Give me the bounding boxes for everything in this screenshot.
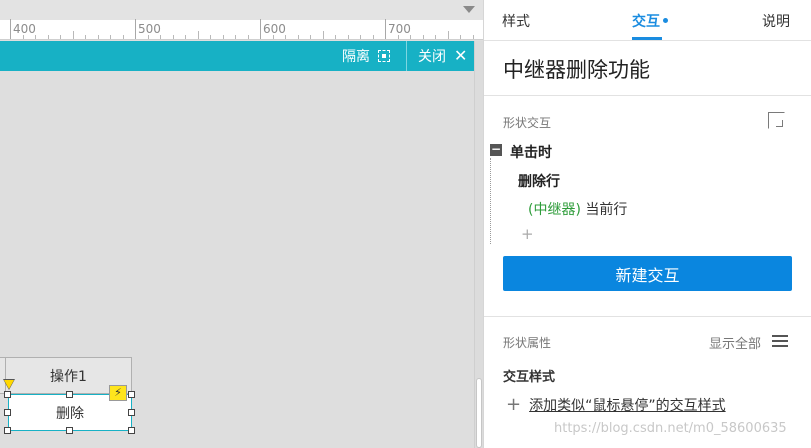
selection-handle[interactable] (128, 391, 135, 398)
horizontal-ruler: 400 500 600 700 (0, 19, 483, 40)
ruler-tick (297, 35, 299, 39)
header-cell-label: 操作1 (50, 368, 87, 385)
action-label[interactable]: 删除行 (518, 171, 560, 191)
lightning-icon[interactable]: ⚡ (109, 385, 127, 401)
ruler-tick (47, 35, 49, 39)
selection-handle[interactable] (4, 427, 11, 434)
active-dot-icon (663, 17, 668, 23)
vertical-scrollbar[interactable] (474, 41, 483, 448)
tree-connector (490, 158, 491, 244)
tab-style-label: 样式 (502, 14, 530, 30)
collapse-minus-icon[interactable]: − (490, 143, 502, 156)
bar-divider (406, 41, 407, 71)
selection-handle[interactable] (66, 427, 73, 434)
expand-icon[interactable] (768, 112, 785, 129)
ruler-tick (135, 19, 136, 39)
isolate-button[interactable]: 隔离 (342, 41, 390, 71)
close-button[interactable]: 关闭 ✕ (418, 41, 467, 71)
ruler-label: 700 (388, 22, 411, 36)
ruler-tick (110, 35, 111, 39)
widget-name-title[interactable]: 中继器删除功能 (503, 54, 650, 84)
ruler-tick (347, 35, 349, 39)
action-target[interactable]: (中继器) 当前行 (528, 199, 627, 219)
target-repeater: (中继器) (528, 202, 581, 218)
ruler-tick (385, 19, 386, 39)
ruler-tick (235, 35, 236, 39)
ruler-tick (322, 31, 324, 39)
divider (484, 316, 811, 317)
ruler-tick (210, 35, 211, 39)
ruler-tick (422, 35, 424, 39)
show-all-link[interactable]: 显示全部 (709, 333, 761, 352)
ruler-tick (60, 35, 61, 39)
inspector-tabs: 样式 交互 说明 (484, 0, 811, 41)
ruler-tick (472, 35, 474, 39)
design-canvas[interactable]: 400 500 600 700 隔离 关闭 ✕ 操作1 删除 ⚡ (0, 0, 483, 448)
plus-icon: + (506, 394, 522, 415)
tab-notes[interactable]: 说明 (762, 11, 790, 31)
tab-interactions-label: 交互 (632, 14, 660, 30)
add-style-label: 添加类似“鼠标悬停”的交互样式 (529, 398, 726, 414)
inspector-panel: 样式 交互 说明 中继器删除功能 形状交互 − 单击时 删除行 (中继器) 当前… (483, 0, 811, 448)
ruler-tick (310, 35, 311, 39)
selection-handle[interactable] (4, 409, 11, 416)
close-label: 关闭 (418, 49, 446, 65)
ruler-label: 600 (263, 22, 286, 36)
close-icon: ✕ (454, 46, 468, 65)
scrollbar-thumb[interactable] (476, 378, 482, 448)
ruler-tick (222, 35, 224, 39)
ruler-tick (260, 19, 261, 39)
menu-icon[interactable] (772, 335, 788, 347)
interaction-styles-heading: 交互样式 (503, 370, 556, 385)
ruler-tick (372, 35, 374, 39)
ruler-tick (460, 35, 461, 39)
ruler-tick (172, 35, 174, 39)
selection-handle[interactable] (128, 409, 135, 416)
ruler-top-strip (0, 0, 483, 20)
ruler-tick (97, 35, 99, 39)
divider (484, 95, 811, 96)
ruler-tick (447, 31, 449, 39)
isolate-label: 隔离 (342, 49, 370, 65)
selection-handle[interactable] (66, 391, 73, 398)
selection-handle[interactable] (4, 391, 11, 398)
tab-style[interactable]: 样式 (502, 11, 530, 31)
ruler-tick (197, 31, 199, 39)
event-label[interactable]: 单击时 (510, 142, 552, 162)
new-interaction-button[interactable]: 新建交互 (503, 256, 792, 291)
new-interaction-label: 新建交互 (615, 265, 680, 285)
ruler-label: 400 (13, 22, 36, 36)
repeater-edit-bar: 隔离 关闭 ✕ (0, 41, 477, 71)
properties-section-label: 形状属性 (503, 336, 552, 350)
tab-interactions[interactable]: 交互 (632, 11, 668, 31)
ruler-tick (360, 35, 361, 39)
expand-arrow-head (776, 120, 783, 127)
target-text: 当前行 (580, 202, 628, 218)
delete-widget-label: 删除 (56, 405, 84, 422)
ruler-tick (10, 19, 11, 39)
ruler-tick (72, 31, 74, 39)
ruler-tick (85, 35, 86, 39)
add-action-plus-icon[interactable]: + (521, 225, 534, 243)
ruler-tick (122, 35, 124, 39)
active-tab-underline (632, 37, 662, 40)
isolate-icon (378, 50, 390, 62)
add-interaction-style-link[interactable]: + 添加类似“鼠标悬停”的交互样式 (506, 395, 726, 415)
ruler-tick (335, 35, 336, 39)
selection-handle[interactable] (128, 427, 135, 434)
watermark: https://blog.csdn.net/m0_58600635 (554, 421, 787, 436)
ruler-tick (435, 35, 436, 39)
anchor-marker-icon (4, 380, 14, 389)
tab-notes-label: 说明 (762, 14, 790, 30)
interactions-section-label: 形状交互 (503, 116, 552, 130)
ruler-label: 500 (138, 22, 161, 36)
ruler-tick (247, 35, 249, 39)
collapse-arrow-icon[interactable] (463, 6, 475, 13)
ruler-tick (185, 35, 186, 39)
